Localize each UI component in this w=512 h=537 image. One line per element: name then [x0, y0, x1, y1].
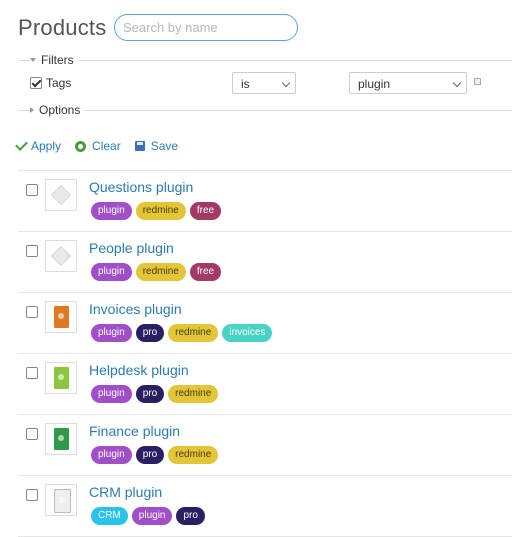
options-toggle[interactable]: Options: [30, 103, 85, 117]
chevron-right-icon: [30, 107, 34, 113]
filters-toggle[interactable]: Filters: [30, 53, 78, 67]
check-icon: [15, 138, 28, 151]
product-tags: plugin pro redmine invoices: [91, 324, 276, 342]
tag-badge[interactable]: plugin: [91, 202, 132, 220]
product-name-link[interactable]: Invoices plugin: [89, 301, 182, 317]
filter-operator-value: is: [241, 77, 250, 91]
filter-actions: Apply Clear Save: [15, 138, 192, 153]
page-title: Products: [18, 15, 107, 40]
options-legend: Options: [39, 103, 81, 117]
apply-label: Apply: [31, 139, 62, 153]
page-header: Products: [18, 12, 106, 44]
filter-value-select[interactable]: plugin: [349, 72, 467, 94]
options-divider: [18, 110, 512, 111]
chevron-down-icon: [30, 58, 36, 62]
tag-badge[interactable]: invoices: [222, 324, 273, 342]
clear-button[interactable]: Clear: [75, 139, 121, 153]
white-book-icon[interactable]: [45, 484, 77, 516]
product-name-link[interactable]: CRM plugin: [89, 484, 162, 500]
product-name-link[interactable]: People plugin: [89, 240, 174, 256]
floppy-disk-icon: [134, 141, 145, 151]
product-tags: plugin redmine free: [91, 202, 225, 220]
tag-badge[interactable]: redmine: [168, 324, 219, 342]
product-checkbox[interactable]: [26, 306, 38, 318]
tag-badge[interactable]: pro: [135, 385, 165, 403]
book-shape: [54, 428, 69, 450]
product-checkbox[interactable]: [26, 245, 38, 257]
box-shape: [50, 184, 72, 206]
product-tags: plugin redmine free: [91, 263, 225, 281]
product-name-link[interactable]: Finance plugin: [89, 423, 180, 439]
orange-book-icon[interactable]: [45, 301, 77, 333]
product-checkbox[interactable]: [26, 184, 38, 196]
filter-value: plugin: [358, 77, 391, 91]
tag-badge[interactable]: plugin: [91, 263, 132, 281]
tag-badge[interactable]: CRM: [91, 507, 128, 525]
tag-badge[interactable]: free: [189, 202, 222, 220]
search-input[interactable]: [114, 14, 298, 41]
clear-label: Clear: [92, 139, 121, 153]
tag-badge[interactable]: plugin: [91, 324, 132, 342]
apply-button[interactable]: Apply: [15, 138, 62, 153]
tag-badge[interactable]: redmine: [135, 202, 186, 220]
filters-legend: Filters: [41, 53, 74, 67]
filters-divider: [18, 60, 512, 61]
tag-badge[interactable]: redmine: [135, 263, 186, 281]
product-row: Helpdesk plugin plugin pro redmine: [18, 354, 512, 415]
save-button[interactable]: Save: [134, 139, 179, 153]
product-list: Questions plugin plugin redmine free People …: [18, 170, 512, 537]
tag-badge[interactable]: pro: [135, 446, 165, 464]
product-row: Questions plugin plugin redmine free: [18, 171, 512, 232]
tag-badge[interactable]: plugin: [91, 385, 132, 403]
tag-badge[interactable]: free: [189, 263, 222, 281]
chevron-down-icon: [452, 78, 462, 88]
product-tags: plugin pro redmine: [91, 385, 222, 403]
product-checkbox[interactable]: [26, 489, 38, 501]
remove-filter-icon[interactable]: [474, 78, 481, 85]
filter-operator-select[interactable]: is: [232, 72, 296, 94]
filter-row-tags: Tags is plugin: [30, 72, 500, 94]
reload-icon: [75, 140, 87, 152]
tag-badge[interactable]: plugin: [131, 507, 173, 525]
green-book-icon[interactable]: [45, 362, 77, 394]
product-name-link[interactable]: Questions plugin: [89, 179, 193, 195]
chevron-down-icon: [281, 78, 291, 88]
tag-badge[interactable]: redmine: [168, 385, 219, 403]
tag-badge[interactable]: plugin: [91, 446, 132, 464]
box-shape: [50, 245, 72, 267]
save-label: Save: [150, 139, 179, 153]
product-name-link[interactable]: Helpdesk plugin: [89, 362, 189, 378]
product-row: Invoices plugin plugin pro redmine invoices: [18, 293, 512, 354]
darkgreen-book-icon[interactable]: [45, 423, 77, 455]
filter-tags-checkbox[interactable]: [30, 77, 42, 89]
product-row: Finance plugin plugin pro redmine: [18, 415, 512, 476]
product-row: CRM plugin CRM plugin pro: [18, 476, 512, 537]
box-icon[interactable]: [45, 179, 77, 211]
product-checkbox[interactable]: [26, 367, 38, 379]
product-checkbox[interactable]: [26, 428, 38, 440]
filter-tags-label: Tags: [46, 76, 72, 90]
tag-badge[interactable]: pro: [135, 324, 165, 342]
box-icon[interactable]: [45, 240, 77, 272]
product-row: People plugin plugin redmine free: [18, 232, 512, 293]
tag-badge[interactable]: redmine: [168, 446, 219, 464]
book-shape: [54, 489, 71, 513]
book-shape: [54, 306, 69, 328]
book-shape: [54, 367, 69, 389]
product-tags: CRM plugin pro: [91, 507, 209, 525]
tag-badge[interactable]: pro: [176, 507, 205, 525]
product-tags: plugin pro redmine: [91, 446, 222, 464]
